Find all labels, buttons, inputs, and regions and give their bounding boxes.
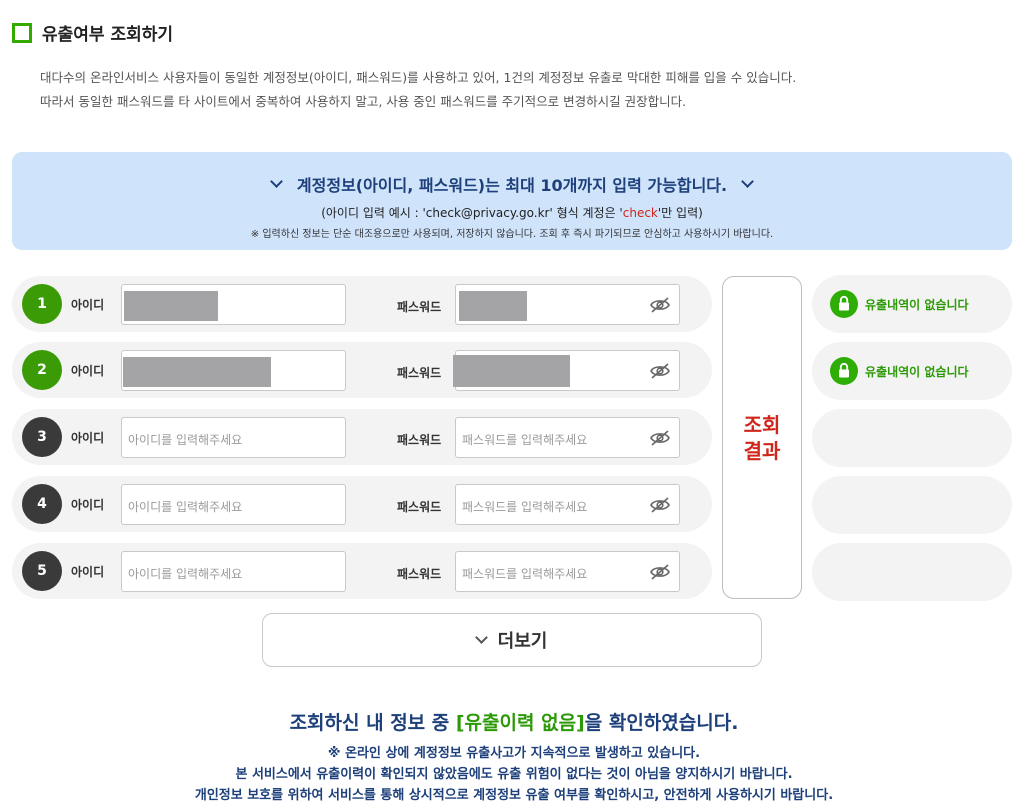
row-number: 2: [22, 350, 62, 390]
result-button[interactable]: 조회결과: [722, 276, 802, 599]
id-input[interactable]: [121, 350, 346, 391]
id-input[interactable]: [121, 284, 346, 325]
result-status: 유출내역이 없습니다: [812, 342, 1012, 400]
id-input[interactable]: 아이디를 입력해주세요: [121, 417, 346, 458]
id-label: 아이디: [71, 498, 105, 512]
redacted-value: [453, 355, 570, 387]
password-label: 패스워드: [397, 366, 442, 380]
row-number: 5: [22, 551, 62, 591]
summary: 조회하신 내 정보 중 [유출이력 없음]을 확인하였습니다. ※ 온라인 상에…: [0, 708, 1028, 806]
id-placeholder: 아이디를 입력해주세요: [128, 433, 243, 447]
info-banner: 계정정보(아이디, 패스워드)는 최대 10개까지 입력 가능합니다. (아이디…: [12, 152, 1012, 250]
description: 대다수의 온라인서비스 사용자들이 동일한 계정정보(아이디, 패스워드)를 사…: [40, 66, 796, 114]
id-placeholder: 아이디를 입력해주세요: [128, 500, 243, 514]
result-status: [812, 409, 1012, 467]
summary-suffix: 을 확인하였습니다.: [584, 712, 739, 734]
checkbox-square-icon: [12, 22, 32, 43]
description-line-2: 따라서 동일한 패스워드를 타 사이트에서 중복하여 사용하지 말고, 사용 중…: [40, 94, 687, 109]
password-label: 패스워드: [397, 433, 442, 447]
redacted-value: [459, 291, 527, 321]
summary-headline: 조회하신 내 정보 중 [유출이력 없음]을 확인하였습니다.: [0, 708, 1028, 735]
page-title: 유출여부 조회하기: [42, 25, 174, 45]
result-status: [812, 476, 1012, 534]
chevron-down-icon: [474, 630, 488, 644]
example-prefix: (아이디 입력 예시 : 'check@privacy.go.kr' 형식 계정…: [321, 206, 623, 220]
result-status-text: 유출내역이 없습니다: [865, 365, 969, 379]
result-status: 유출내역이 없습니다: [812, 275, 1012, 333]
banner-headline: 계정정보(아이디, 패스워드)는 최대 10개까지 입력 가능합니다.: [296, 176, 728, 195]
eye-slash-icon[interactable]: [649, 429, 671, 447]
eye-slash-icon[interactable]: [649, 563, 671, 581]
more-button-label: 더보기: [497, 631, 548, 652]
password-input[interactable]: 패스워드를 입력해주세요: [455, 484, 680, 525]
id-label: 아이디: [71, 364, 105, 378]
summary-line-3: 개인정보 보호를 위하여 서비스를 통해 상시적으로 계정정보 유출 여부를 확…: [194, 788, 834, 803]
password-placeholder: 패스워드를 입력해주세요: [462, 500, 588, 514]
password-placeholder: 패스워드를 입력해주세요: [462, 567, 588, 581]
row-number: 4: [22, 484, 62, 524]
lock-icon: [830, 357, 858, 385]
result-button-label: 조회결과: [743, 412, 781, 463]
eye-slash-icon[interactable]: [649, 362, 671, 380]
row-number: 3: [22, 417, 62, 457]
id-label: 아이디: [71, 565, 105, 579]
summary-prefix: 조회하신 내 정보 중: [289, 712, 456, 734]
example-highlight: check: [622, 206, 658, 220]
id-label: 아이디: [71, 298, 105, 312]
id-input[interactable]: 아이디를 입력해주세요: [121, 484, 346, 525]
row-number: 1: [22, 284, 62, 324]
id-placeholder: 아이디를 입력해주세요: [128, 567, 243, 581]
summary-notes: ※ 온라인 상에 계정정보 유출사고가 지속적으로 발생하고 있습니다. 본 서…: [0, 743, 1028, 806]
account-row: 2 아이디 패스워드: [12, 342, 712, 398]
banner-headline-row: 계정정보(아이디, 패스워드)는 최대 10개까지 입력 가능합니다.: [12, 172, 1012, 196]
password-label: 패스워드: [397, 300, 442, 314]
more-button[interactable]: 더보기: [262, 613, 762, 667]
id-label: 아이디: [71, 431, 105, 445]
example-suffix: '만 입력): [657, 206, 703, 220]
password-placeholder: 패스워드를 입력해주세요: [462, 433, 588, 447]
redacted-value: [123, 357, 271, 387]
password-input[interactable]: 패스워드를 입력해주세요: [455, 551, 680, 592]
eye-slash-icon[interactable]: [649, 296, 671, 314]
account-row: 4 아이디 아이디를 입력해주세요 패스워드 패스워드를 입력해주세요: [12, 476, 712, 532]
summary-line-2: 본 서비스에서 유출이력이 확인되지 않았음에도 유출 위험이 없다는 것이 아…: [235, 767, 793, 782]
password-label: 패스워드: [397, 500, 442, 514]
banner-note: ※ 입력하신 정보는 단순 대조용으로만 사용되며, 저장하지 않습니다. 조회…: [250, 229, 774, 240]
summary-highlight: [유출이력 없음]: [455, 712, 585, 734]
password-input[interactable]: 패스워드를 입력해주세요: [455, 417, 680, 458]
description-line-1: 대다수의 온라인서비스 사용자들이 동일한 계정정보(아이디, 패스워드)를 사…: [40, 70, 797, 85]
redacted-value: [124, 291, 218, 321]
password-label: 패스워드: [397, 567, 442, 581]
id-input[interactable]: 아이디를 입력해주세요: [121, 551, 346, 592]
account-row: 1 아이디 패스워드: [12, 276, 712, 332]
eye-slash-icon[interactable]: [649, 496, 671, 514]
account-row: 3 아이디 아이디를 입력해주세요 패스워드 패스워드를 입력해주세요: [12, 409, 712, 465]
password-input[interactable]: [453, 350, 680, 391]
result-status-text: 유출내역이 없습니다: [865, 298, 969, 312]
password-input[interactable]: [455, 284, 680, 325]
summary-line-1: ※ 온라인 상에 계정정보 유출사고가 지속적으로 발생하고 있습니다.: [327, 746, 701, 761]
chevron-down-icon: [270, 175, 283, 188]
section-title: 유출여부 조회하기: [12, 20, 173, 45]
account-row: 5 아이디 아이디를 입력해주세요 패스워드 패스워드를 입력해주세요: [12, 543, 712, 599]
chevron-down-icon: [741, 175, 754, 188]
banner-example: (아이디 입력 예시 : 'check@privacy.go.kr' 형식 계정…: [12, 204, 1012, 221]
result-status: [812, 543, 1012, 601]
lock-icon: [830, 290, 858, 318]
